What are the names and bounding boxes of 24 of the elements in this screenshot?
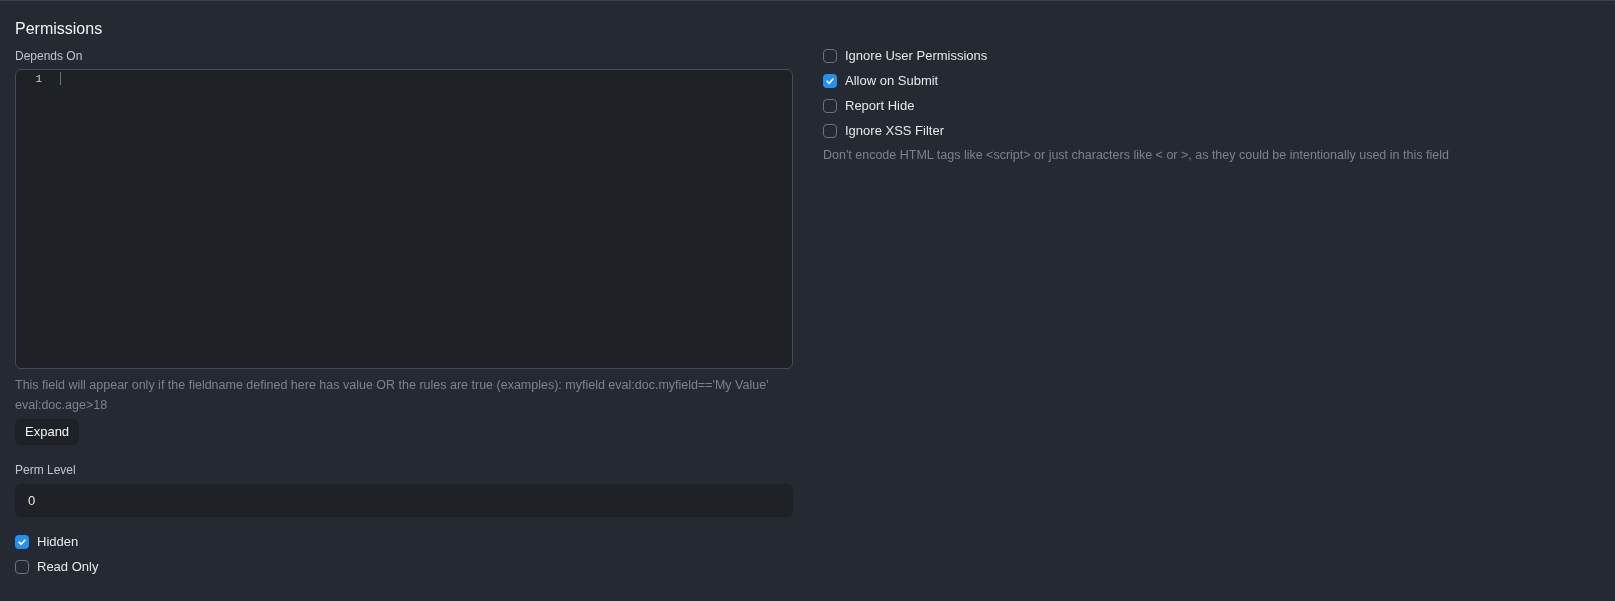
- field-label: Perm Level: [15, 462, 77, 479]
- text-cursor: [60, 72, 61, 85]
- checkbox-label: Hidden: [37, 532, 79, 551]
- checkbox-label: Report Hide: [845, 96, 915, 115]
- checkmark-icon: [17, 536, 27, 547]
- checkmark-icon: [825, 75, 835, 86]
- checkbox-label: Ignore XSS Filter: [845, 121, 944, 140]
- code-editor[interactable]: 1: [15, 69, 793, 369]
- checkbox-label: Ignore User Permissions: [845, 46, 988, 65]
- expand-button[interactable]: Expand: [15, 419, 80, 445]
- help-text: Don't encode HTML tags like <script> or just characters like < or >, as they could be intentionally used in this field: [823, 147, 1450, 164]
- help-text: This field will appear only if the fieldname defined here has value OR the rules are true (examples): myfield eval:doc.myfield=='My Value' eval:doc.age>18: [15, 377, 770, 414]
- field-label: Depends On: [15, 48, 84, 65]
- checkbox[interactable]: [823, 98, 837, 113]
- section-title: Permissions: [15, 19, 104, 39]
- checkbox[interactable]: [15, 559, 29, 574]
- checkbox[interactable]: [823, 123, 837, 138]
- perm-level-field[interactable]: 0: [15, 484, 793, 517]
- checkbox[interactable]: [823, 48, 837, 63]
- checkbox-label: Read Only: [37, 557, 99, 576]
- checkbox[interactable]: [15, 534, 29, 549]
- checkbox-label: Allow on Submit: [845, 71, 939, 90]
- checkbox[interactable]: [823, 73, 837, 88]
- line-number: 1: [35, 72, 42, 86]
